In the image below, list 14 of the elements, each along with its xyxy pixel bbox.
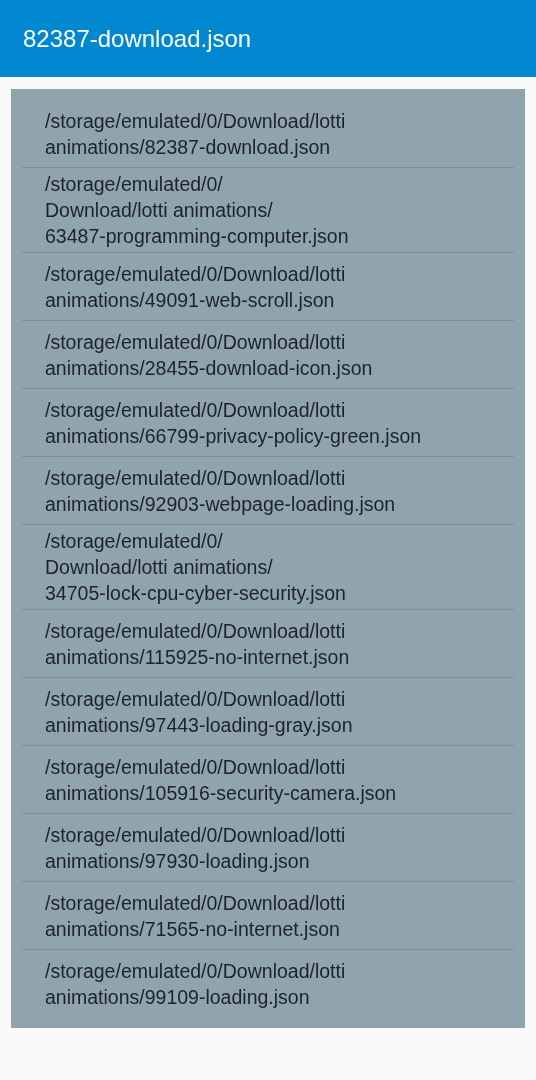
file-path[interactable]: /storage/emulated/0/Download/lotti animations/99109-loading.json <box>45 958 346 1010</box>
file-path[interactable]: /storage/emulated/0/Download/lotti animations/105916-security-camera.json <box>45 753 397 806</box>
file-path[interactable]: /storage/emulated/0/Download/lotti animations/49091-web-scroll.json <box>45 260 346 313</box>
file-path[interactable]: /storage/emulated/0/Download/lotti animations/82387-download.json <box>45 107 346 160</box>
file-path[interactable]: /storage/emulated/0/Download/lotti animations/115925-no-internet.json <box>45 617 350 670</box>
file-path[interactable]: /storage/emulated/0/Download/lotti animations/92903-webpage-loading.json <box>45 464 396 517</box>
file-path[interactable]: /storage/emulated/0/ Download/lotti animations/ 34705-lock-cpu-cyber-security.json <box>45 528 346 606</box>
file-path[interactable]: /storage/emulated/0/Download/lotti animations/28455-download-icon.json <box>45 328 373 381</box>
file-path[interactable]: /storage/emulated/0/ Download/lotti animations/ 63487-programming-computer.json <box>45 171 349 249</box>
file-path[interactable]: /storage/emulated/0/Download/lotti animations/97443-loading-gray.json <box>45 685 353 738</box>
file-path[interactable]: /storage/emulated/0/Download/lotti animations/66799-privacy-policy-green.json <box>45 396 422 449</box>
file-path[interactable]: /storage/emulated/0/Download/lotti animations/97930-loading.json <box>45 821 346 874</box>
file-path[interactable]: /storage/emulated/0/Download/lotti animations/71565-no-internet.json <box>45 889 346 942</box>
app-bar-title: 82387-download.json <box>23 24 252 53</box>
